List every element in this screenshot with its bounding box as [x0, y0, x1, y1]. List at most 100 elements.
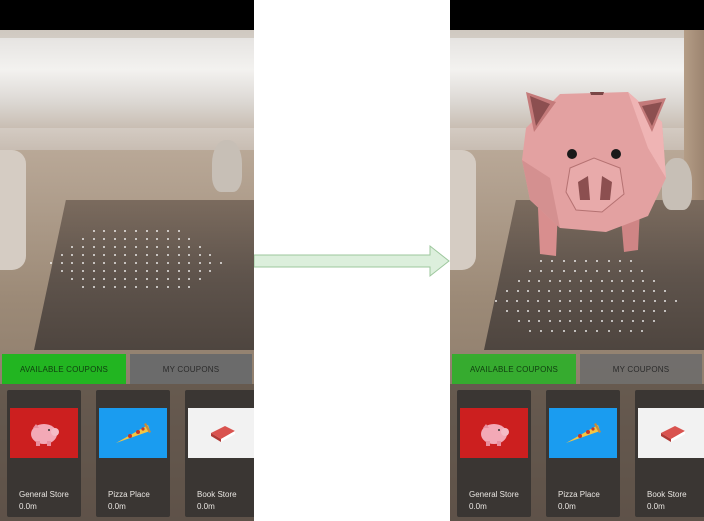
plane-dot [562, 330, 565, 332]
coupon-name: General Store [469, 490, 519, 499]
plane-dot [610, 280, 613, 282]
plane-dot [495, 300, 497, 302]
plane-dot [166, 254, 169, 256]
plane-dot [92, 254, 95, 256]
plane-dot [135, 278, 137, 280]
plane-dot [81, 238, 84, 240]
plane-dot [537, 290, 540, 292]
plane-dot [156, 238, 159, 240]
plane-dot [71, 278, 74, 280]
plane-dot [188, 238, 191, 240]
coupon-card-book-store[interactable]: Book Store 0.0m [635, 390, 704, 517]
plane-dot [113, 262, 116, 264]
plane-dot [517, 320, 520, 322]
plane-dot [124, 270, 127, 272]
plane-dot [188, 246, 191, 248]
piggy-bank-3d-model[interactable] [520, 88, 670, 258]
plane-dot [653, 290, 656, 292]
coupon-card-general-store[interactable]: General Store 0.0m [457, 390, 531, 517]
plane-dot [124, 238, 127, 240]
plane-dot [569, 310, 572, 312]
coupon-tab-bar: AVAILABLE COUPONS MY COUPONS [0, 354, 254, 384]
plane-dot [516, 290, 519, 292]
plane-dot [621, 310, 624, 312]
plane-dot [600, 290, 603, 292]
plane-dot [538, 280, 541, 282]
tab-my-coupons[interactable]: MY COUPONS [130, 354, 252, 384]
plane-dot [590, 290, 593, 292]
plane-dot [663, 290, 666, 292]
plane-dot [573, 260, 576, 262]
plane-dot [71, 254, 74, 256]
plane-dot [527, 290, 530, 292]
plane-dot [177, 278, 180, 280]
plane-dot [209, 262, 212, 264]
plane-dot [569, 320, 572, 322]
plane-dot [113, 286, 116, 288]
plane-dot [145, 230, 148, 232]
plane-dot [585, 330, 587, 332]
plane-dot [135, 230, 137, 232]
plane-dot [551, 330, 554, 332]
plane-dot [562, 270, 565, 272]
plane-dot [177, 262, 180, 264]
plane-dot [537, 300, 540, 302]
plane-dot [124, 278, 127, 280]
plane-dot [630, 330, 632, 332]
plane-dot [71, 262, 74, 264]
plane-dot [71, 270, 74, 272]
plane-dot [103, 246, 106, 248]
coupon-card-book-store[interactable]: Book Store 0.0m [185, 390, 254, 517]
tab-available-coupons[interactable]: AVAILABLE COUPONS [2, 354, 126, 384]
plane-dot [145, 270, 148, 272]
plane-dot [166, 270, 169, 272]
coupon-card-pizza-place[interactable]: Pizza Place 0.0m [546, 390, 620, 517]
coupon-list: General Store 0.0m Pizza Place 0.0m Book… [0, 384, 254, 521]
plane-dot [642, 320, 645, 322]
tab-available-coupons[interactable]: AVAILABLE COUPONS [452, 354, 576, 384]
plane-dot [540, 270, 542, 272]
tab-my-label: MY COUPONS [612, 364, 670, 374]
status-bar [0, 0, 254, 30]
plane-dot [590, 310, 593, 312]
coupon-list: General Store 0.0m Pizza Place 0.0m Book… [450, 384, 704, 521]
plane-dot [551, 270, 554, 272]
plane-dot [198, 262, 201, 264]
plane-dot [209, 270, 212, 272]
plane-dot [103, 270, 106, 272]
plane-dot [632, 300, 635, 302]
tab-my-coupons[interactable]: MY COUPONS [580, 354, 702, 384]
coupon-card-pizza-place[interactable]: Pizza Place 0.0m [96, 390, 170, 517]
plane-dot [528, 330, 531, 332]
plane-dot [621, 280, 624, 282]
plane-dot [198, 254, 201, 256]
book-icon [638, 408, 704, 458]
plane-dot [60, 270, 63, 272]
plane-dot [50, 262, 52, 264]
plane-dot [156, 286, 159, 288]
plane-dot [569, 300, 572, 302]
plane-dot [81, 262, 84, 264]
plane-dot [188, 286, 191, 288]
coupon-distance: 0.0m [469, 502, 487, 511]
coupon-name: Pizza Place [558, 490, 600, 499]
book-icon [188, 408, 254, 458]
coupon-card-general-store[interactable]: General Store 0.0m [7, 390, 81, 517]
plane-dot [103, 230, 106, 232]
plane-dot [579, 280, 582, 282]
plane-dot [621, 320, 624, 322]
plane-dot [607, 330, 610, 332]
plane-dot [630, 260, 632, 262]
plane-dot [92, 238, 95, 240]
plane-dot [103, 238, 106, 240]
plane-dot [103, 286, 106, 288]
plane-dot [145, 246, 148, 248]
plane-dot [124, 230, 127, 232]
plane-dot [177, 238, 180, 240]
plane-dot [135, 246, 137, 248]
plane-dot [113, 246, 116, 248]
plane-dot [198, 246, 201, 248]
tab-available-label: AVAILABLE COUPONS [19, 364, 109, 374]
plane-dot [675, 300, 677, 302]
plane-dot [596, 260, 599, 262]
